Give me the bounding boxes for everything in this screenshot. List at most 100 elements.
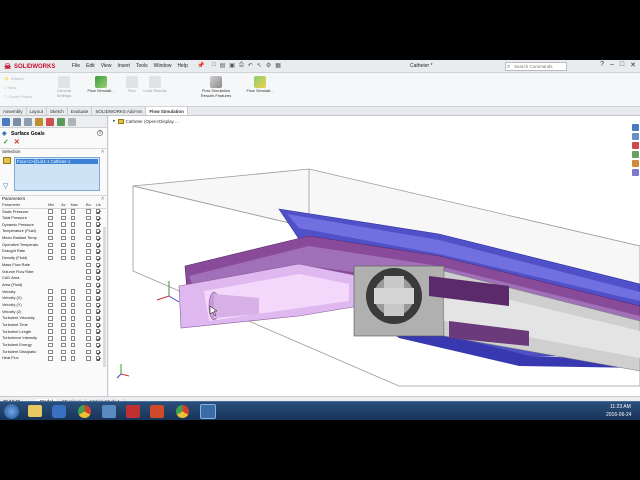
flow-simulation-tools-button[interactable]: Flow Simulati... (244, 76, 276, 94)
help-icon[interactable]: ? (97, 130, 103, 136)
goal-checkbox[interactable] (48, 209, 53, 214)
goal-checkbox[interactable] (61, 255, 66, 261)
selected-face-item[interactable]: Face<1>@Lid1-1 Catheter-1 (16, 159, 98, 164)
explorer-icon[interactable] (28, 405, 42, 417)
goal-checkbox[interactable] (86, 269, 91, 274)
network-icon[interactable] (102, 405, 116, 418)
goal-checkbox[interactable] (95, 222, 101, 227)
goal-checkbox[interactable] (95, 235, 101, 241)
print-icon[interactable]: ⎙ (239, 62, 244, 69)
goal-checkbox[interactable] (61, 349, 66, 354)
goal-checkbox[interactable] (95, 229, 101, 234)
menu-edit[interactable]: Edit (86, 63, 95, 69)
goal-checkbox[interactable] (70, 322, 76, 328)
goal-checkbox[interactable] (48, 242, 53, 247)
goal-checkbox[interactable] (48, 289, 53, 294)
goal-checkbox[interactable] (61, 209, 66, 214)
goal-checkbox[interactable] (70, 309, 76, 314)
media-player-icon[interactable] (52, 405, 66, 418)
goal-checkbox[interactable] (95, 309, 101, 314)
goal-checkbox[interactable] (48, 249, 53, 254)
wizard-button[interactable]: ✨ Wizard (4, 76, 23, 81)
goal-checkbox[interactable] (95, 329, 101, 334)
goal-checkbox[interactable] (48, 229, 53, 234)
goal-checkbox[interactable] (48, 215, 53, 221)
minimize-icon[interactable]: – (610, 61, 614, 69)
goal-checkbox[interactable] (48, 255, 53, 261)
menu-tools[interactable]: Tools (136, 63, 148, 69)
chrome-icon[interactable] (78, 405, 91, 418)
goal-checkbox[interactable] (48, 336, 53, 341)
goal-checkbox[interactable] (95, 296, 101, 301)
goal-checkbox[interactable] (48, 349, 53, 354)
goal-checkbox[interactable] (48, 296, 53, 301)
goal-checkbox[interactable] (86, 322, 91, 328)
tab-flow-simulation[interactable]: Flow Simulation (146, 107, 188, 115)
ok-icon[interactable]: ✓ (3, 139, 9, 148)
goal-checkbox[interactable] (61, 215, 66, 221)
goal-checkbox[interactable] (70, 222, 76, 227)
goal-checkbox[interactable] (70, 235, 76, 241)
parameters-scrollbar[interactable] (103, 227, 106, 367)
tab-sketch[interactable]: Sketch (47, 107, 68, 115)
tab-assembly[interactable]: Assembly (0, 107, 27, 115)
goal-checkbox[interactable] (48, 322, 53, 328)
tab-layout[interactable]: Layout (27, 107, 48, 115)
clock-time[interactable]: 11:23 AM (610, 404, 631, 410)
goal-checkbox[interactable] (70, 302, 76, 308)
goal-checkbox[interactable] (70, 336, 76, 341)
menu-insert[interactable]: Insert (117, 63, 130, 69)
powerpoint-icon[interactable] (150, 405, 164, 418)
goal-checkbox[interactable] (95, 289, 101, 294)
goal-checkbox[interactable] (70, 242, 76, 247)
goal-checkbox[interactable] (95, 282, 101, 288)
goal-checkbox[interactable] (70, 356, 76, 361)
run-button[interactable]: Run (124, 76, 140, 94)
goal-checkbox[interactable] (95, 316, 101, 321)
clock-date[interactable]: 2016-06-24 (606, 412, 632, 418)
goal-checkbox[interactable] (70, 249, 76, 254)
goal-checkbox[interactable] (61, 356, 66, 361)
goal-checkbox[interactable] (48, 222, 53, 227)
undo-icon[interactable]: ↶ (248, 62, 253, 69)
dimxpert-icon[interactable] (35, 118, 43, 126)
goal-checkbox[interactable] (61, 235, 66, 241)
solidworks-task-icon[interactable] (200, 404, 216, 419)
goal-checkbox[interactable] (61, 336, 66, 341)
goal-checkbox[interactable] (61, 249, 66, 254)
clone-project-button[interactable]: □ Clone Project (4, 94, 32, 99)
config-manager-icon[interactable] (24, 118, 32, 126)
goal-checkbox[interactable] (95, 349, 101, 354)
goal-checkbox[interactable] (70, 342, 76, 348)
cancel-icon[interactable]: ✕ (14, 139, 20, 148)
menu-view[interactable]: View (101, 63, 112, 69)
open-icon[interactable]: ▤ (220, 62, 226, 69)
goal-checkbox[interactable] (70, 229, 76, 234)
goal-checkbox[interactable] (95, 342, 101, 348)
goal-checkbox[interactable] (70, 215, 76, 221)
general-settings-button[interactable]: General Settings (52, 76, 76, 98)
goal-checkbox[interactable] (86, 275, 91, 281)
selection-section-header[interactable]: Selection ˄ (0, 148, 107, 155)
options-icon[interactable]: ▦ (275, 62, 281, 69)
close-icon[interactable]: ✕ (630, 61, 636, 69)
more-tabs-icon[interactable] (68, 118, 76, 126)
goal-checkbox[interactable] (95, 302, 101, 308)
save-icon[interactable]: ▣ (229, 62, 235, 69)
goal-checkbox[interactable] (95, 242, 101, 247)
goal-checkbox[interactable] (70, 349, 76, 354)
display-manager-icon[interactable] (46, 118, 54, 126)
goal-checkbox[interactable] (48, 342, 53, 348)
menu-window[interactable]: Window (154, 63, 172, 69)
feature-tree-icon[interactable] (2, 118, 10, 126)
property-manager-icon[interactable] (13, 118, 21, 126)
pin-icon[interactable]: 📌 (197, 62, 204, 69)
goal-checkbox[interactable] (86, 296, 91, 301)
goal-checkbox[interactable] (48, 329, 53, 334)
goal-checkbox[interactable] (61, 302, 66, 308)
goal-checkbox[interactable] (86, 289, 91, 294)
goal-checkbox[interactable] (86, 356, 91, 361)
help-icon[interactable]: ? (600, 61, 604, 69)
goal-checkbox[interactable] (48, 302, 53, 308)
rebuild-icon[interactable]: ⚙ (266, 62, 271, 69)
